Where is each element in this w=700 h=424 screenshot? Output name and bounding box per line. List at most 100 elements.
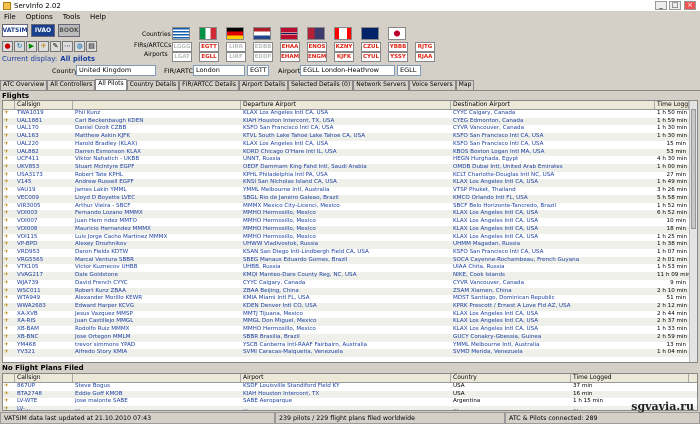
fir-button-lggg[interactable]: LGGG — [172, 42, 192, 52]
table-row[interactable]: ✈ WSC011 Robert Kunz ZBAA ZBAA Beijing, Chi… — [3, 287, 697, 296]
np-header-country[interactable]: Country — [451, 374, 571, 382]
menu-help[interactable]: Help — [90, 13, 106, 21]
tab-country-details[interactable]: Country Details — [126, 80, 180, 90]
table-row[interactable]: ✈ XA-RIS Juan Castillejo MMGL MMGL Don Migu… — [3, 318, 697, 327]
table-row[interactable]: ✈ VOI007 Juan Hern ndez MMTO MMHO Hermosill… — [3, 218, 697, 226]
airport-button-cyul[interactable]: CYUL — [361, 52, 381, 62]
header-callsign[interactable]: Callsign — [15, 101, 73, 109]
airport-code-field[interactable]: EGLL — [397, 65, 421, 76]
fir-button-lirr[interactable]: LIRR — [226, 42, 246, 52]
edit-icon[interactable]: ✎ — [50, 41, 61, 52]
table-row[interactable]: ✈ UAL163 Matthew Askin KJFK KTVL South Lake… — [3, 133, 697, 141]
airport-button-rjaa[interactable]: RJAA — [415, 52, 435, 62]
table-row[interactable]: ✈ V145 Andrew Russell EGPF KNSI San Nichola… — [3, 179, 697, 188]
tab-all-controllers[interactable]: All Controllers — [47, 80, 96, 90]
airport-button-engm[interactable]: ENGM — [307, 52, 327, 62]
header-destination[interactable]: Destination Airport — [451, 101, 655, 109]
fir-select[interactable]: London — [193, 65, 245, 76]
flag-italy-button[interactable] — [199, 27, 217, 40]
minimize-button[interactable]: _ — [655, 1, 667, 10]
tab-voice-servers[interactable]: Voice Servers — [408, 80, 456, 90]
table-row[interactable]: ✈ UAL220 Harold Bradley (KLAX) KLAX Los Ang… — [3, 141, 697, 149]
table-row[interactable]: ✈ YM468 trevor simmons YPAD YSCB Canberra I… — [3, 342, 697, 350]
np-header-airport[interactable]: Airport — [241, 374, 451, 382]
tab-atc-overview[interactable]: ATC Overview — [0, 80, 48, 90]
table-row[interactable]: ✈ VRD953 Daron Fields KDTW KSAN San Diego I… — [3, 249, 697, 257]
menu-tools[interactable]: Tools — [63, 13, 80, 21]
airport-select[interactable]: EGLL London-Heathrow — [300, 65, 395, 76]
airport-button-lirf[interactable]: LIRF — [226, 52, 246, 62]
table-row[interactable]: ✈ UKV853 Stuart McIntyre EGPF OEDF Dammam K… — [3, 164, 697, 172]
table-row[interactable]: ✈ LV-............... — [3, 406, 697, 410]
table-row[interactable]: ✈ YV321 Alfredo Story KMIA SVMI Caracas-Mai… — [3, 349, 697, 357]
header-departure[interactable]: Departure Airport — [241, 101, 451, 109]
fir-button-czul[interactable]: CZUL — [361, 42, 381, 52]
tab-network-servers[interactable]: Network Servers — [353, 80, 409, 90]
header-pilot[interactable] — [73, 101, 241, 109]
fir-button-ehaa[interactable]: EHAA — [280, 42, 300, 52]
table-row[interactable]: ✈ WWA2683 Edward Harper KCVG KDEN Denver In… — [3, 302, 697, 311]
airport-button-eham[interactable]: EHAM — [280, 52, 300, 62]
fir-button-enos[interactable]: ENOS — [307, 42, 327, 52]
table-row[interactable]: ✈ UAL1881 Carl Beckenbaugh KDEN KIAH Housto… — [3, 117, 697, 126]
table-row[interactable]: ✈ VOI115 Luis Jorge Cacho Martinez MMMX MMH… — [3, 234, 697, 242]
flag-greece-button[interactable] — [172, 27, 190, 40]
table-row[interactable]: ✈ XA-XVB Jesus Vazquez MMSP MMTJ Tijuana, M… — [3, 311, 697, 319]
flag-usa-button[interactable] — [307, 27, 325, 40]
table-row[interactable]: ✈ XB-BAM Rodolfo Ruiz MMMX MMHO Hermosillo,… — [3, 326, 697, 334]
tab-airport-details[interactable]: Airport Details — [238, 80, 289, 90]
tab-selected-details-0[interactable]: Selected Details (0) — [288, 80, 354, 90]
table-row[interactable]: ✈ VTK105 Victor Kuznecov UHBB UHBB, Russia U… — [3, 264, 697, 272]
table-row[interactable]: ✈ XB-BNC Jose Ortegon MMLM SBBR Brasilia, B… — [3, 333, 697, 342]
airport-button-lgat[interactable]: LGAT — [172, 52, 192, 62]
table-row[interactable]: ✈ WTA949 Alexander Morillo KEWR KMIA Miami … — [3, 295, 697, 303]
fir-button-kzny[interactable]: KZNY — [334, 42, 354, 52]
book-logo[interactable]: BOOK — [58, 24, 80, 37]
flag-netherlands-button[interactable] — [253, 27, 271, 40]
fir-button-egtt[interactable]: EGTT — [199, 42, 219, 52]
globe-icon[interactable]: ◍ — [74, 41, 85, 52]
ivao-logo[interactable]: IVAO — [31, 24, 55, 37]
fir-code-field[interactable]: EGTT — [247, 65, 269, 76]
table-row[interactable]: ✈ UCF411 Viktor Nahatich - UKBB UNNT, Russi… — [3, 156, 697, 164]
fir-button-ybbb[interactable]: YBBB — [388, 42, 408, 52]
table-row[interactable]: ✈ BTA2748 Eddie Goff KMOB KIAH Houston Inte… — [3, 390, 697, 399]
airport-button-egll[interactable]: EGLL — [199, 52, 219, 62]
table-row[interactable]: ✈ TWA1019 Phil Kunz KLAX Los Angeles Intl C… — [3, 110, 697, 118]
table-row[interactable]: ✈ VOI003 Fernando Lozano MMMX MMHO Hermosil… — [3, 210, 697, 219]
table-row[interactable]: ✈ 867UP Steve Bogus KSDF Louisville Standif… — [3, 383, 697, 391]
np-header-callsign[interactable]: Callsign — [15, 374, 73, 382]
table-row[interactable]: ✈ VVAG217 Dale Goldstone KMQI Manteo-Dare C… — [3, 272, 697, 280]
table-row[interactable]: ✈ WJA739 David French CYYC CYYC Calgary, Ca… — [3, 280, 697, 288]
menu-options[interactable]: Options — [26, 13, 53, 21]
close-button[interactable]: × — [684, 1, 696, 10]
clipboard-icon[interactable]: ▤ — [86, 41, 97, 52]
flag-japan-button[interactable] — [388, 27, 406, 40]
play-icon[interactable]: ▶ — [26, 41, 37, 52]
header-time[interactable]: Time Logged — [655, 101, 689, 109]
table-row[interactable]: ✈ LV-WTE jose malonte SABE SABE Aeroparque A… — [3, 398, 697, 406]
flights-scrollbar[interactable] — [689, 101, 697, 362]
flag-norway-button[interactable] — [280, 27, 298, 40]
table-row[interactable]: ✈ UAL882 Darren Esmonson KLAX KORD Chicago … — [3, 148, 697, 157]
vatsim-logo[interactable]: VATSIM — [2, 24, 28, 37]
country-select[interactable]: United Kingdom — [76, 65, 156, 76]
table-row[interactable]: ✈ VRG5565 Marcal Ventura SBBR SBEG Manaus E… — [3, 256, 697, 265]
airport-button-eddf[interactable]: EDDF — [253, 52, 273, 62]
table-row[interactable]: ✈ VAU19 James Lakin YMML YMML Melbourne Int… — [3, 187, 697, 195]
maximize-button[interactable]: □ — [669, 1, 681, 10]
np-header-pilot[interactable] — [73, 374, 241, 382]
stop-icon[interactable]: ● — [2, 41, 13, 52]
tab-map[interactable]: Map — [455, 80, 475, 90]
flights-icon[interactable]: ✈ — [38, 41, 49, 52]
airport-button-kjfk[interactable]: KJFK — [334, 52, 354, 62]
tab-fir-artcc-details[interactable]: FIR/ARTCC Details — [179, 80, 239, 90]
fir-button-rjtg[interactable]: RJTG — [415, 42, 435, 52]
tab-all-pilots[interactable]: All Pilots — [95, 79, 127, 90]
flag-germany-button[interactable] — [226, 27, 244, 40]
airport-button-yssy[interactable]: YSSY — [388, 52, 408, 62]
scroll-thumb[interactable] — [691, 109, 696, 229]
table-row[interactable]: ✈ VOI008 Mauricio Hernandez MMMX MMHO Hermo… — [3, 225, 697, 234]
flag-australia-button[interactable] — [361, 27, 379, 40]
menu-file[interactable]: File — [4, 13, 16, 21]
